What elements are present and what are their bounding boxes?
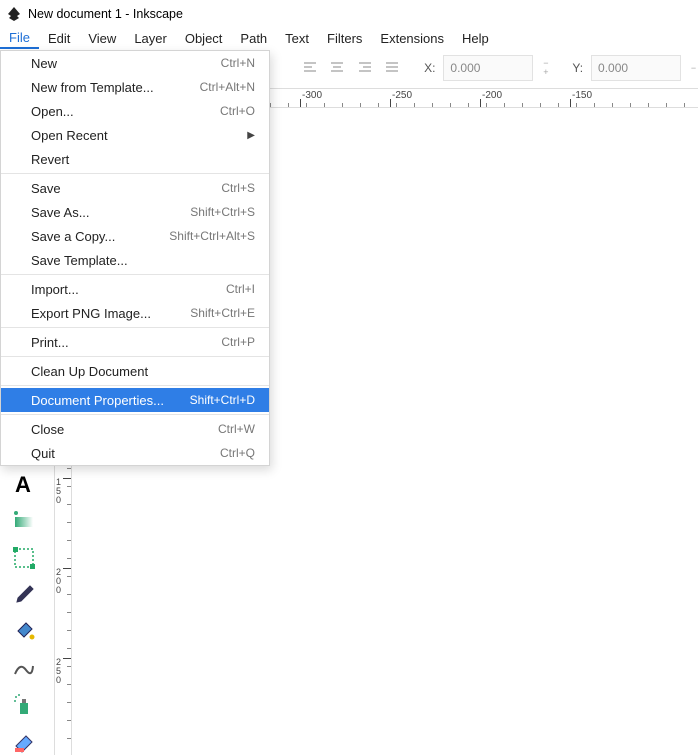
- file-menu-document-properties[interactable]: Document Properties... Shift+Ctrl+D: [1, 388, 269, 412]
- align-left-icon[interactable]: [300, 56, 320, 80]
- file-menu-dropdown: New Ctrl+N New from Template... Ctrl+Alt+N O…: [0, 50, 270, 466]
- text-tool[interactable]: A: [10, 471, 38, 498]
- x-spinner[interactable]: −+: [541, 56, 550, 80]
- menu-item-shortcut: Ctrl+O: [220, 104, 255, 118]
- menu-item-label: Import...: [31, 282, 79, 297]
- spray-tool[interactable]: [10, 691, 38, 718]
- menu-path[interactable]: Path: [231, 28, 276, 49]
- file-menu-clean-up-document[interactable]: Clean Up Document: [1, 359, 269, 383]
- menu-item-label: Save As...: [31, 205, 90, 220]
- menu-extensions[interactable]: Extensions: [371, 28, 453, 49]
- menu-item-label: Save a Copy...: [31, 229, 115, 244]
- file-menu-close[interactable]: Close Ctrl+W: [1, 417, 269, 441]
- menu-edit[interactable]: Edit: [39, 28, 79, 49]
- menu-object[interactable]: Object: [176, 28, 232, 49]
- menu-item-label: Document Properties...: [31, 393, 164, 408]
- file-menu-new-from-template[interactable]: New from Template... Ctrl+Alt+N: [1, 75, 269, 99]
- align-center-icon[interactable]: [328, 56, 348, 80]
- menu-item-label: Clean Up Document: [31, 364, 148, 379]
- menu-bar: FileEditViewLayerObjectPathTextFiltersEx…: [0, 28, 698, 50]
- menu-item-shortcut: Ctrl+S: [221, 181, 255, 195]
- file-menu-save[interactable]: Save Ctrl+S: [1, 176, 269, 200]
- menu-view[interactable]: View: [79, 28, 125, 49]
- menu-item-shortcut: Shift+Ctrl+E: [190, 306, 255, 320]
- file-menu-save-as[interactable]: Save As... Shift+Ctrl+S: [1, 200, 269, 224]
- menu-item-shortcut: Shift+Ctrl+S: [190, 205, 255, 219]
- file-menu-open-recent[interactable]: Open Recent ▶: [1, 123, 269, 147]
- y-spinner[interactable]: −: [689, 56, 698, 80]
- menu-separator: [1, 327, 269, 328]
- node-tool[interactable]: [10, 544, 38, 571]
- menu-help[interactable]: Help: [453, 28, 498, 49]
- menu-item-label: Open Recent: [31, 128, 108, 143]
- tool-controls-bar: X: −+ Y: −: [292, 50, 698, 86]
- y-coord-input[interactable]: [591, 55, 681, 81]
- menu-item-shortcut: Ctrl+N: [221, 56, 255, 70]
- menu-file[interactable]: File: [0, 28, 39, 49]
- paint-bucket-tool[interactable]: [10, 618, 38, 645]
- menu-separator: [1, 274, 269, 275]
- menu-layer[interactable]: Layer: [125, 28, 176, 49]
- menu-item-shortcut: Ctrl+P: [221, 335, 255, 349]
- gradient-tool[interactable]: [10, 508, 38, 535]
- svg-text:A: A: [15, 472, 31, 496]
- file-menu-quit[interactable]: Quit Ctrl+Q: [1, 441, 269, 465]
- menu-item-label: Open...: [31, 104, 74, 119]
- file-menu-import[interactable]: Import... Ctrl+I: [1, 277, 269, 301]
- window-title: New document 1 - Inkscape: [28, 7, 183, 21]
- x-coord-input[interactable]: [443, 55, 533, 81]
- align-right-icon[interactable]: [355, 56, 375, 80]
- menu-item-label: Save Template...: [31, 253, 128, 268]
- menu-text[interactable]: Text: [276, 28, 318, 49]
- inkscape-icon: [6, 6, 22, 22]
- menu-item-shortcut: Ctrl+W: [218, 422, 255, 436]
- align-justify-icon[interactable]: [383, 56, 403, 80]
- x-label: X:: [424, 61, 435, 75]
- toolbox: A: [0, 428, 48, 755]
- menu-separator: [1, 385, 269, 386]
- submenu-arrow-icon: ▶: [247, 130, 255, 141]
- eraser-tool[interactable]: [10, 728, 38, 755]
- menu-item-shortcut: Ctrl+I: [226, 282, 255, 296]
- menu-item-label: New from Template...: [31, 80, 154, 95]
- file-menu-save-a-copy[interactable]: Save a Copy... Shift+Ctrl+Alt+S: [1, 224, 269, 248]
- file-menu-save-template[interactable]: Save Template...: [1, 248, 269, 272]
- menu-item-label: Save: [31, 181, 61, 196]
- file-menu-new[interactable]: New Ctrl+N: [1, 51, 269, 75]
- menu-separator: [1, 356, 269, 357]
- menu-item-label: Print...: [31, 335, 69, 350]
- file-menu-revert[interactable]: Revert: [1, 147, 269, 171]
- menu-item-label: New: [31, 56, 57, 71]
- dropper-tool[interactable]: [10, 581, 38, 608]
- menu-item-shortcut: Shift+Ctrl+Alt+S: [169, 229, 255, 243]
- file-menu-print[interactable]: Print... Ctrl+P: [1, 330, 269, 354]
- file-menu-export-png-image[interactable]: Export PNG Image... Shift+Ctrl+E: [1, 301, 269, 325]
- menu-separator: [1, 173, 269, 174]
- menu-item-label: Quit: [31, 446, 55, 461]
- menu-item-shortcut: Ctrl+Alt+N: [200, 80, 255, 94]
- menu-item-label: Close: [31, 422, 64, 437]
- title-bar: New document 1 - Inkscape: [0, 0, 698, 28]
- menu-item-shortcut: Ctrl+Q: [220, 446, 255, 460]
- menu-item-shortcut: Shift+Ctrl+D: [190, 393, 255, 407]
- menu-item-label: Revert: [31, 152, 69, 167]
- tweak-tool[interactable]: [10, 655, 38, 682]
- menu-filters[interactable]: Filters: [318, 28, 371, 49]
- file-menu-open[interactable]: Open... Ctrl+O: [1, 99, 269, 123]
- menu-separator: [1, 414, 269, 415]
- menu-item-label: Export PNG Image...: [31, 306, 151, 321]
- y-label: Y:: [572, 61, 583, 75]
